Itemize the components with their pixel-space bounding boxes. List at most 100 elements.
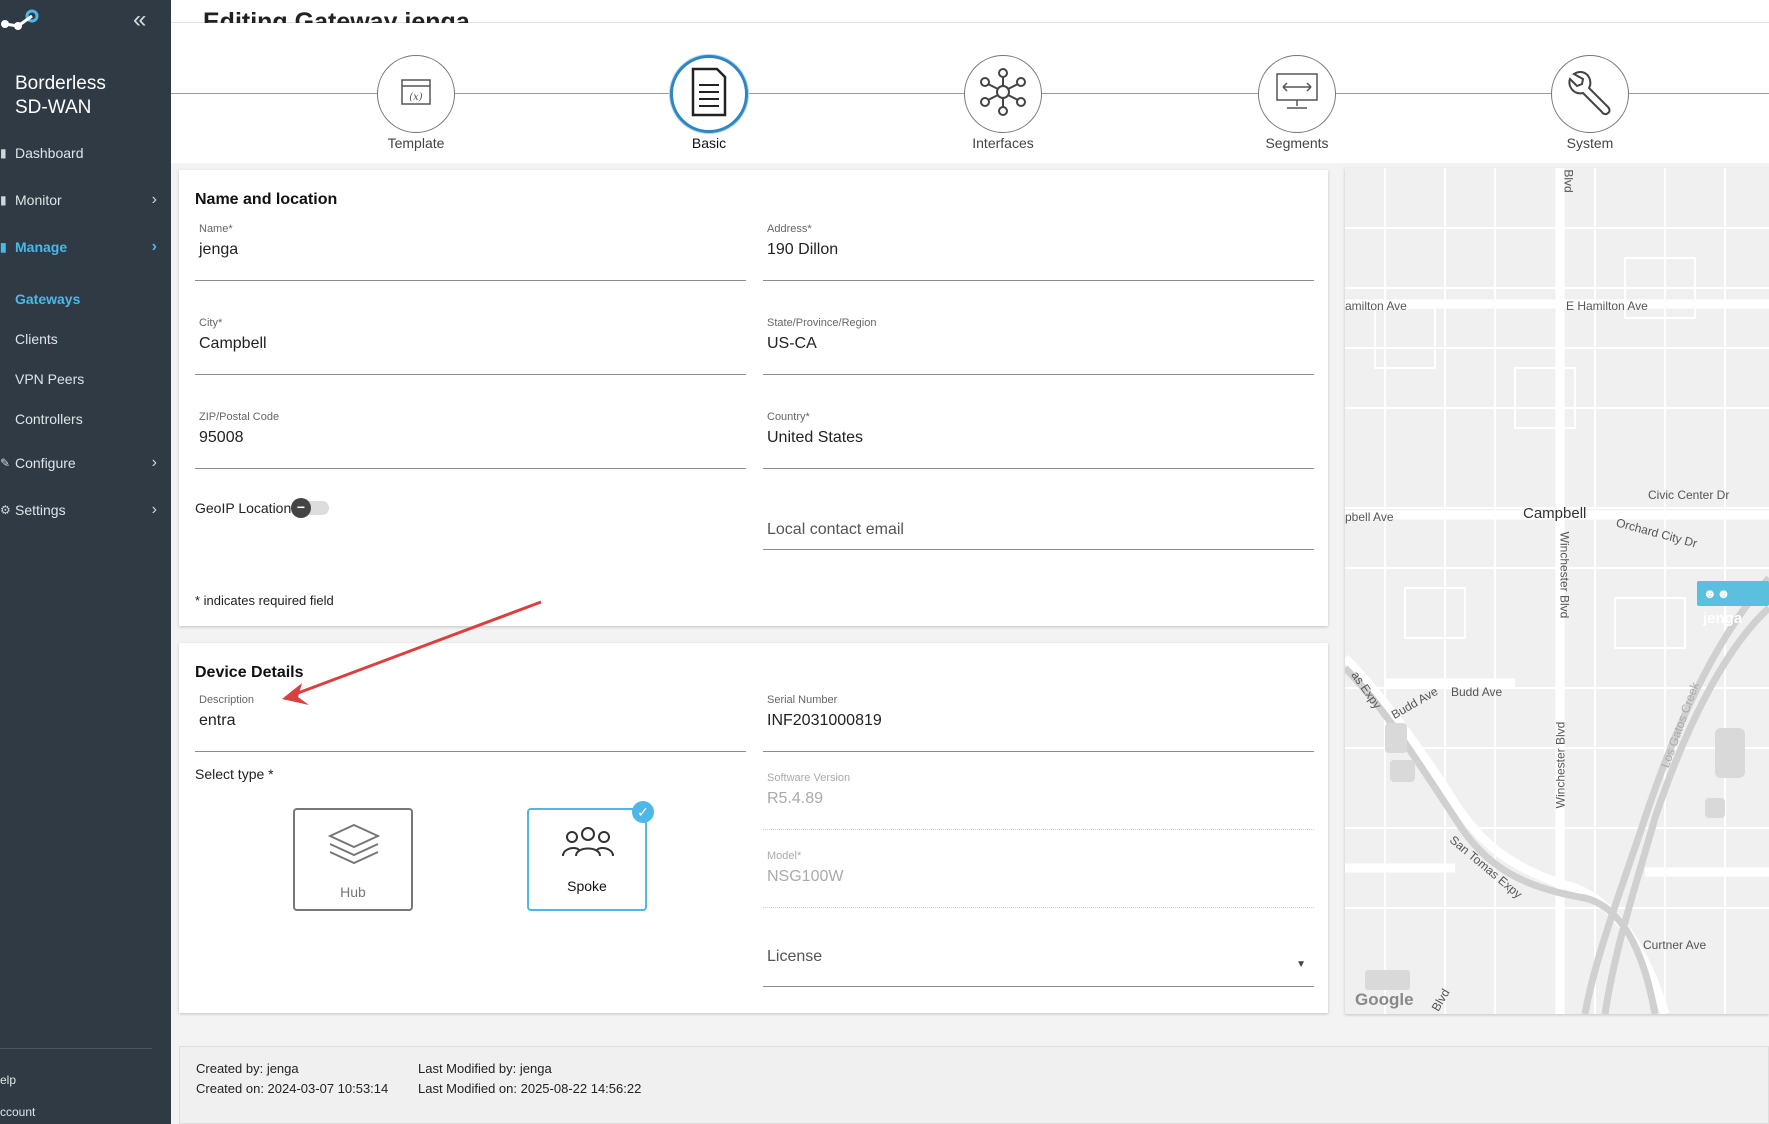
local-contact-email-field[interactable]: Local contact email [763,492,1314,550]
model-value: NSG100W [767,868,844,885]
step-system[interactable] [1551,55,1629,133]
configure-icon: ✎ [0,456,11,470]
software-version-value: R5.4.89 [767,790,824,807]
map-label: Winchester Blvd [1553,721,1568,809]
step-label-interfaces: Interfaces [972,135,1034,151]
name-location-title: Name and location [195,191,338,208]
city-value: Campbell [199,335,267,352]
state-value: US-CA [767,335,817,352]
country-field[interactable]: Country* United States [763,411,1314,469]
zip-value: 95008 [199,429,244,446]
name-field[interactable]: Name* jenga [195,223,746,281]
type-spoke-label: Spoke [567,878,607,894]
chevron-right-icon: › [151,191,157,208]
country-value: United States [767,429,864,446]
serial-number-field[interactable]: Serial Number INF2031000819 [763,694,1314,752]
select-type-label: Select type * [195,766,274,782]
network-icon [978,67,1028,122]
chevron-right-icon: › [151,454,157,471]
step-label-template: Template [387,135,445,151]
svg-text:(x): (x) [409,92,423,103]
dropdown-arrow-icon: ▼ [1296,959,1306,970]
last-modified-by: Last Modified by: jenga [418,1061,552,1076]
address-value: 190 Dillon [767,241,839,258]
nav-item-dashboard[interactable]: ▮ Dashboard [0,138,171,168]
chevron-right-icon: › [151,238,157,255]
monitor-icon [1275,72,1319,117]
required-field-note: * indicates required field [195,593,334,608]
state-field[interactable]: State/Province/Region US-CA [763,317,1314,375]
page-title-area: Editing Gateway jenga [171,0,1769,23]
sidebar-account-link[interactable]: ccount [0,1105,35,1119]
sidebar-item-controllers[interactable]: Controllers [15,411,83,427]
monitor-icon: ▮ [0,193,7,207]
step-template[interactable]: (x) [377,55,455,133]
step-label-segments: Segments [1265,135,1329,151]
type-spoke-card[interactable]: Spoke ✓ [527,801,654,911]
type-hub-label: Hub [340,884,366,900]
city-field[interactable]: City* Campbell [195,317,746,375]
document-icon [689,67,729,122]
manage-icon: ▮ [0,240,7,254]
geoip-toggle[interactable]: − [291,498,329,518]
sidebar-help-link[interactable]: elp [0,1073,16,1087]
created-on: Created on: 2024-03-07 10:53:14 [196,1081,389,1096]
map-label: Budd Ave [1451,685,1503,699]
sidebar-item-clients[interactable]: Clients [15,331,58,347]
description-value: entra [199,712,236,729]
sidebar-item-vpn-peers[interactable]: VPN Peers [15,371,84,387]
address-field[interactable]: Address* 190 Dillon [763,223,1314,281]
nav-item-configure[interactable]: ✎ Configure › [0,448,171,478]
collapse-sidebar-icon[interactable]: « [133,6,146,34]
serial-number-value: INF2031000819 [767,712,882,729]
wrench-icon [1566,68,1614,121]
geoip-label: GeoIP Location [195,500,292,516]
map-label: pbell Ave [1345,510,1394,524]
last-modified-on: Last Modified on: 2025-08-22 14:56:22 [418,1081,642,1096]
description-field[interactable]: Description entra [195,694,746,752]
record-info-bar: Created by: jenga Created on: 2024-03-07… [179,1046,1769,1124]
brand-title: Borderless SD-WAN [15,73,106,118]
wizard-stepper: (x) Template Basic Interfaces Segments S… [171,23,1769,163]
toggle-off-icon: − [291,498,311,518]
device-details-title: Device Details [195,664,304,681]
sidebar-divider [0,1048,152,1049]
google-attribution: Google [1355,990,1414,1009]
sidebar-item-gateways[interactable]: Gateways [15,291,80,307]
step-interfaces[interactable] [964,55,1042,133]
map-label: E Hamilton Ave [1566,299,1648,313]
users-group-icon: ☻☻ [1703,586,1731,601]
map-city-label: Campbell [1523,505,1587,522]
zip-field[interactable]: ZIP/Postal Code 95008 [195,411,746,469]
chevron-right-icon: › [151,501,157,518]
map-label: amilton Ave [1345,299,1407,313]
layers-icon [327,823,381,872]
template-icon: (x) [400,78,432,111]
license-select[interactable]: License ▼ [763,929,1314,987]
step-basic[interactable] [670,55,748,133]
step-label-basic: Basic [691,135,727,151]
sidebar: « Borderless SD-WAN ▮ Dashboard ▮ Monito… [0,0,171,1124]
users-group-icon [562,826,614,865]
step-label-system: System [1566,135,1614,151]
nav-item-monitor[interactable]: ▮ Monitor › [0,185,171,215]
model-field: Model* NSG100W [763,850,1314,908]
map-label: Winchester Blvd [1557,531,1572,619]
map-label: Blvd [1561,169,1576,193]
settings-icon: ⚙ [0,503,11,517]
page-title: Editing Gateway jenga [203,8,470,23]
software-version-field: Software Version R5.4.89 [763,772,1314,830]
nav-item-settings[interactable]: ⚙ Settings › [0,495,171,525]
dashboard-icon: ▮ [0,146,7,160]
app-logo-icon [0,6,40,39]
map-label: Civic Center Dr [1648,488,1730,502]
device-details-card: Device Details Description entra Serial … [179,643,1328,1013]
map-pin-jenga[interactable]: ☻☻ jenga [1697,581,1769,627]
location-map[interactable]: Blvd amilton Ave E Hamilton Ave Civic Ce… [1345,168,1769,1014]
name-location-card: Name and location Name* jenga Address* 1… [179,170,1328,626]
type-hub-card[interactable]: Hub [293,808,413,911]
nav-item-manage[interactable]: ▮ Manage › [0,232,171,262]
name-value: jenga [199,241,239,258]
step-segments[interactable] [1258,55,1336,133]
created-by: Created by: jenga [196,1061,299,1076]
